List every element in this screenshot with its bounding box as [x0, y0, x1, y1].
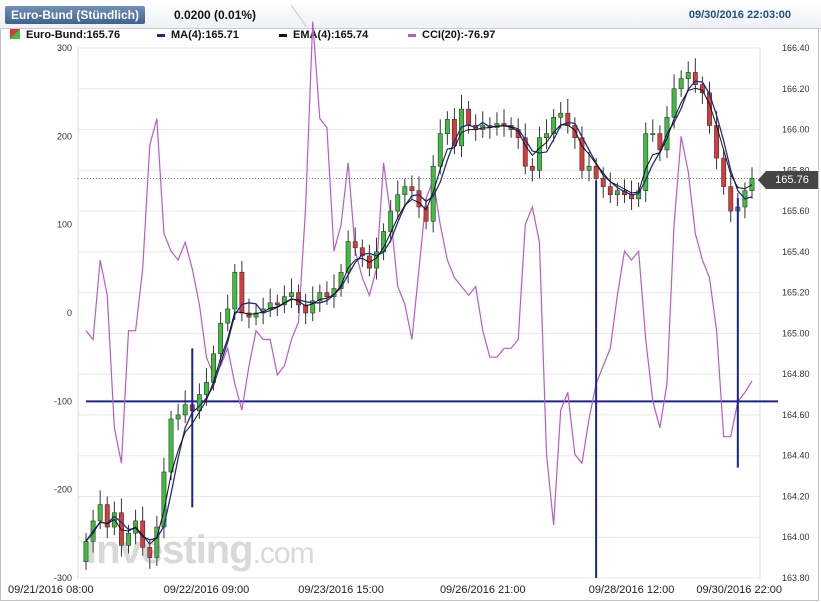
candle-down — [274, 302, 280, 306]
x-tick-label: 09/23/2016 15:00 — [298, 584, 384, 596]
x-tick-label: 09/26/2016 21:00 — [440, 584, 526, 596]
candle-up — [182, 404, 188, 416]
candle-up — [685, 72, 691, 79]
price-tick-label: 165.40 — [782, 247, 810, 257]
candle-up — [558, 112, 564, 118]
cci-line — [85, 21, 753, 526]
candle-down — [409, 186, 415, 191]
price-tick-label: 166.20 — [782, 84, 810, 94]
candle-down — [728, 186, 734, 212]
candle-up — [650, 133, 656, 135]
candle-up — [218, 322, 224, 355]
candle-up — [374, 251, 379, 269]
price-tick-label: 164.40 — [782, 451, 810, 461]
price-tick-label: 166.00 — [782, 125, 810, 135]
candle-down — [699, 84, 705, 94]
cci-tick-label: 300 — [57, 43, 72, 53]
candle-up — [395, 194, 401, 212]
candle-up — [289, 292, 294, 297]
price-tick-label: 165.60 — [782, 206, 810, 216]
candle-up — [175, 414, 181, 420]
ema-line — [85, 87, 753, 545]
plot-area — [77, 47, 761, 579]
candle-up — [671, 88, 677, 118]
candle-up — [97, 504, 103, 522]
cci-tick-label: 100 — [57, 220, 72, 230]
candle-down — [324, 292, 330, 297]
cci-tick-label: 0 — [67, 308, 72, 318]
candle-down — [593, 165, 599, 179]
candle-up — [544, 133, 549, 138]
cci-tick-label: -100 — [54, 396, 72, 406]
candle-down — [296, 292, 301, 306]
candle-up — [204, 382, 209, 395]
price-tick-label: 163.80 — [782, 573, 810, 583]
x-tick-label: 09/28/2016 12:00 — [589, 584, 675, 596]
candle-up — [225, 308, 231, 324]
candle-down — [466, 108, 472, 126]
candle-down — [721, 157, 727, 187]
candle-up — [232, 271, 238, 310]
candle-up — [437, 133, 443, 167]
price-tick-label: 164.00 — [782, 532, 810, 542]
price-tick-label: 165.20 — [782, 288, 810, 298]
candle-down — [607, 186, 613, 196]
candle-up — [402, 186, 408, 196]
price-tick-label: 164.20 — [782, 491, 810, 501]
candle-down — [529, 165, 535, 171]
price-tick-label: 164.60 — [782, 410, 810, 420]
candle-up — [749, 178, 755, 191]
cci-tick-label: -300 — [54, 573, 72, 583]
candle-down — [352, 241, 358, 249]
x-tick-label: 09/30/2016 22:00 — [696, 584, 782, 596]
watermark-logo: investing.com — [86, 528, 315, 572]
cci-tick-label: -200 — [54, 485, 72, 495]
cci-tick-label: 200 — [57, 131, 72, 141]
candle-up — [388, 210, 394, 232]
chart-canvas[interactable]: 166.40166.20166.00165.80165.60165.40165.… — [0, 0, 821, 603]
ma-line — [85, 80, 753, 542]
price-tick-label: 166.40 — [782, 43, 810, 53]
candle-up — [678, 78, 684, 90]
last-price-tag: 165.76 — [758, 171, 818, 189]
x-tick-label: 09/22/2016 09:00 — [164, 584, 250, 596]
candle-up — [168, 418, 174, 473]
candle-up — [444, 119, 450, 134]
candle-down — [600, 178, 606, 187]
price-tick-label: 164.80 — [782, 369, 810, 379]
candle-up — [537, 137, 542, 171]
x-tick-label: 09/21/2016 08:00 — [8, 584, 94, 596]
candle-up — [586, 165, 592, 171]
candle-up — [614, 190, 620, 196]
price-tick-label: 165.00 — [782, 328, 810, 338]
